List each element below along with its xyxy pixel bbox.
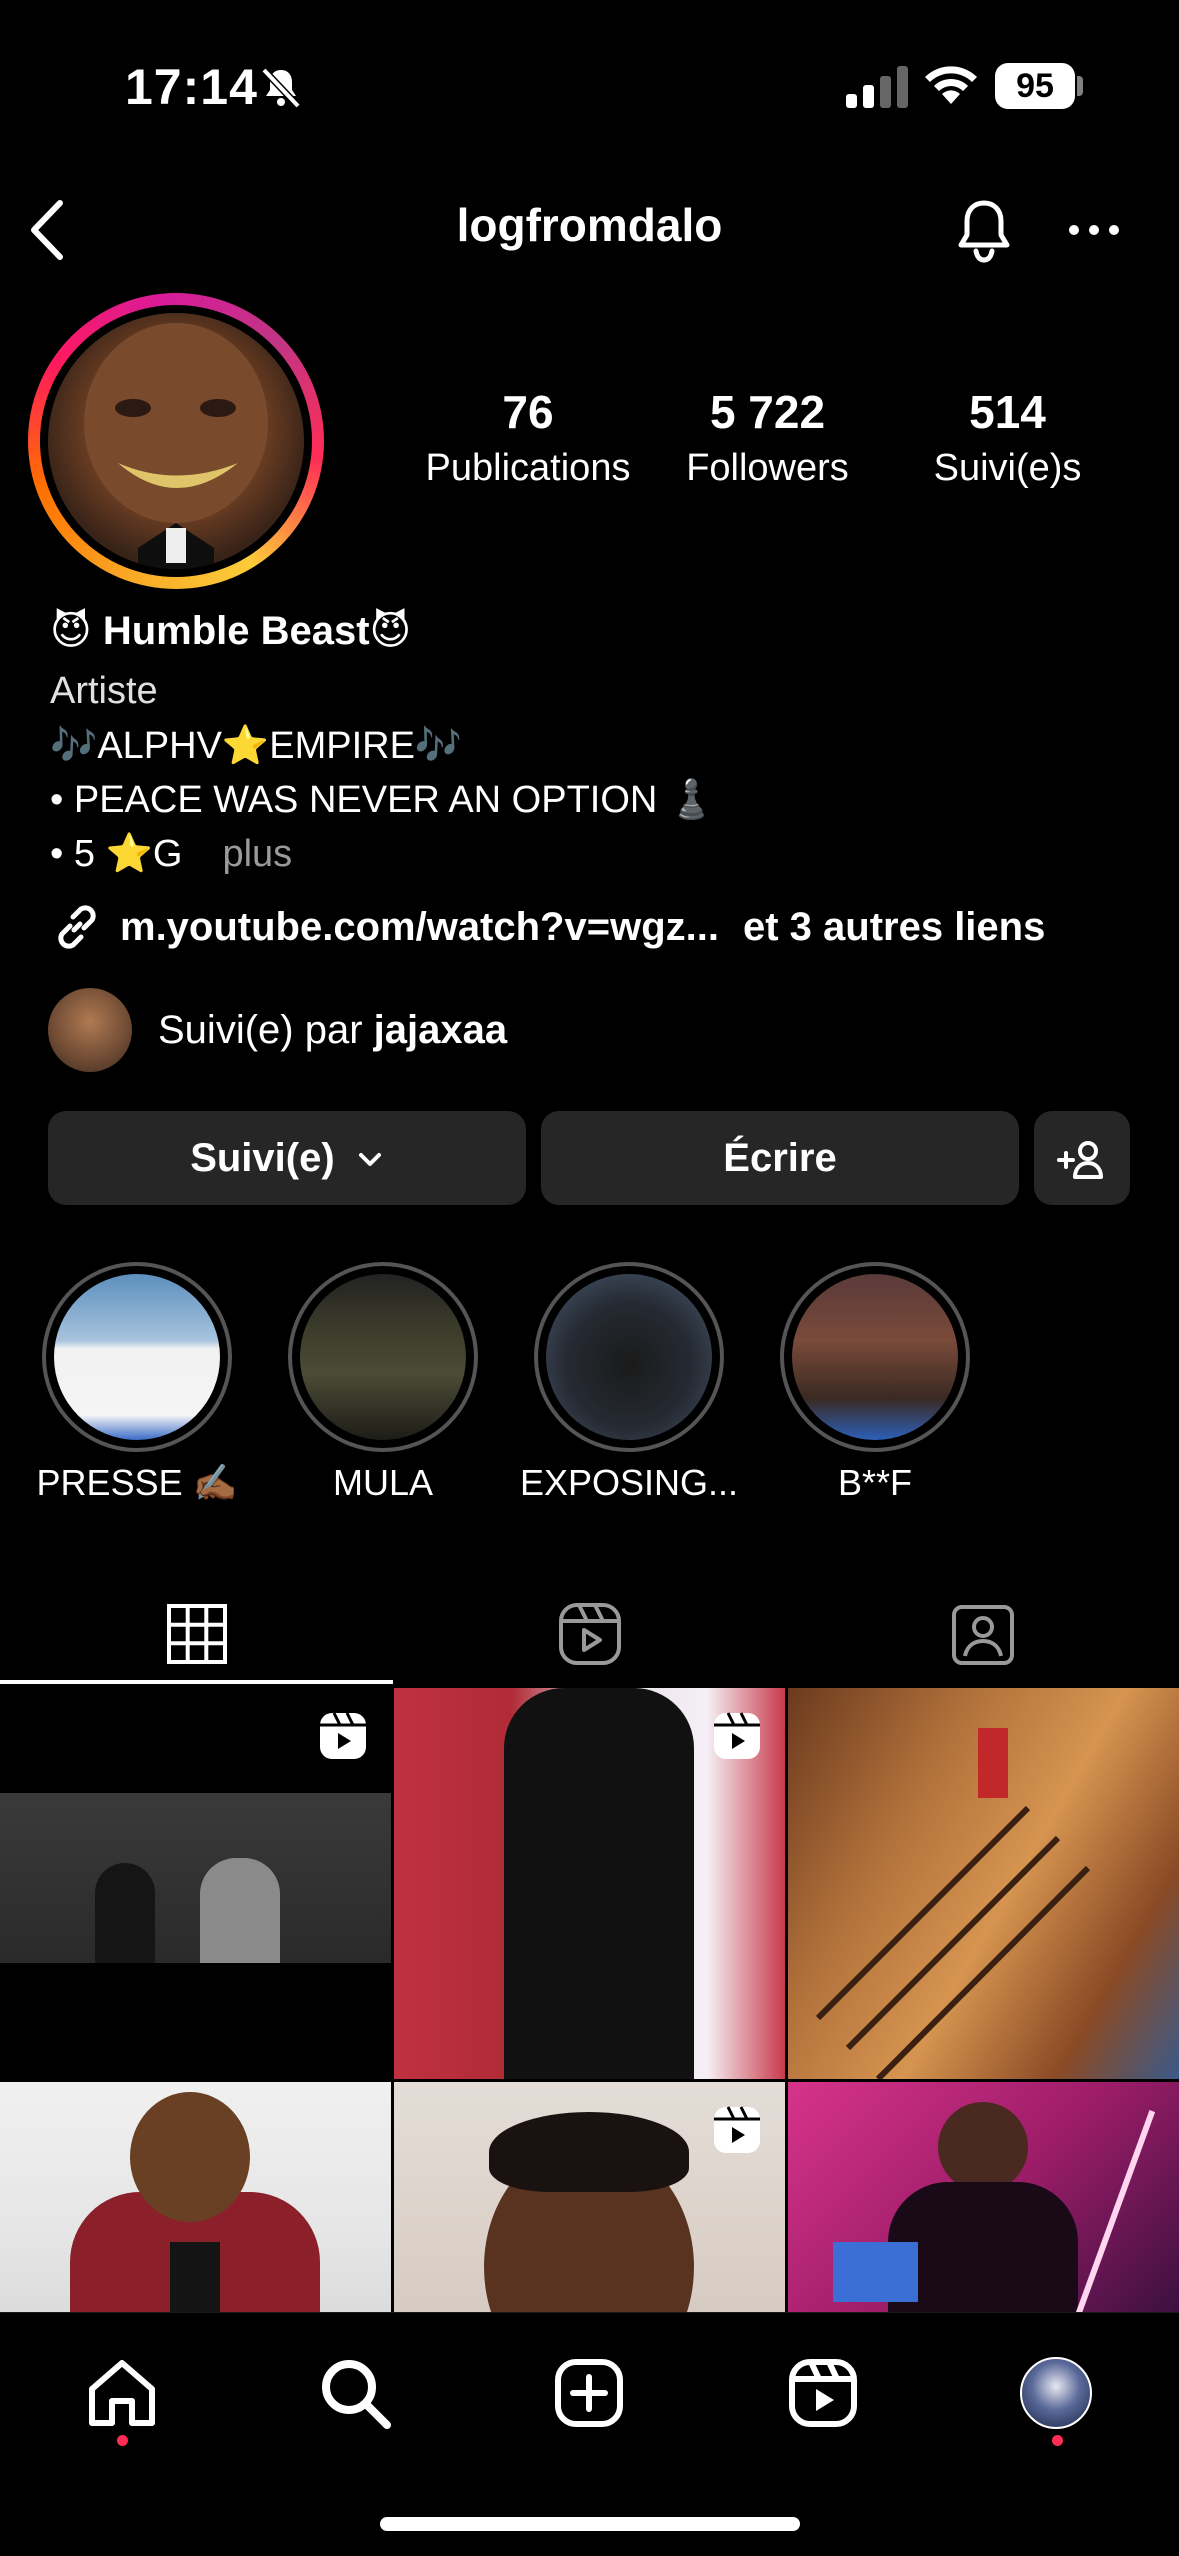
highlight-cover [546,1274,712,1440]
stat-value: 5 722 [709,386,826,438]
stat-following[interactable]: 514 Suivi(e)s [900,385,1115,490]
profile-avatar[interactable] [28,293,324,589]
highlight-label: EXPOSING... [519,1462,739,1503]
highlight-label: MULA [332,1462,434,1503]
more-options-icon[interactable] [1068,222,1120,238]
profile-icon [1020,2357,1092,2429]
battery-tip [1077,76,1083,96]
post-thumbnail[interactable] [0,1688,391,2079]
bio-line: • PEACE WAS NEVER AN OPTION ♟️ [50,779,716,821]
bio-line: • 5 ⭐️G [50,833,183,875]
following-button[interactable]: Suivi(e) [48,1111,526,1205]
highlight-item[interactable]: MULA [288,1262,478,1503]
link-icon [58,905,96,949]
post-thumbnail[interactable] [788,1688,1179,2079]
signal-icon [846,66,908,108]
followed-by-text: Suivi(e) par jajaxaa [158,1007,508,1052]
reels-icon [789,2359,857,2427]
message-button[interactable]: Écrire [541,1111,1019,1205]
bio-more-link[interactable]: plus [222,833,292,875]
bio-link-text[interactable]: m.youtube.com/watch?v=wgz... [120,905,719,950]
stat-publications[interactable]: 76 Publications [418,385,638,490]
avatar-photo [48,313,304,569]
home-notification-dot [117,2435,128,2446]
tagged-icon [951,1605,1014,1665]
tab-posts-grid[interactable] [0,1582,393,1686]
bio-line: 🎶ALPHV⭐️EMPIRE🎶 [50,725,463,767]
create-icon [555,2359,623,2427]
active-tab-indicator [0,1680,393,1684]
nav-search[interactable] [315,2353,395,2433]
stat-value: 76 [502,386,554,438]
highlight-cover [792,1274,958,1440]
stat-label: Suivi(e)s [933,447,1082,489]
following-button-label: Suivi(e) [190,1136,335,1180]
home-icon [89,2360,155,2426]
profile-notification-dot [1052,2435,1063,2446]
notification-bell-icon[interactable] [950,195,1018,267]
reel-badge-icon [320,1712,366,1759]
chevron-down-icon [358,1153,381,1167]
bell-muted-icon [261,67,301,109]
followed-by-row[interactable]: Suivi(e) par jajaxaa [48,988,507,1072]
nav-home[interactable] [82,2353,162,2433]
tab-tagged[interactable] [786,1582,1179,1686]
reel-badge-icon [714,1712,760,1759]
wifi-icon [925,66,977,104]
home-indicator [380,2517,800,2531]
bio-display-name: 😈 Humble Beast😈 [50,609,412,653]
nav-create[interactable] [549,2353,629,2433]
bio-link-row[interactable]: m.youtube.com/watch?v=wgz... et 3 autres… [50,900,1045,954]
follower-avatar [48,988,132,1072]
highlight-item[interactable]: PRESSE ✍🏾 [37,1262,237,1503]
grid-icon [166,1604,227,1664]
bio-line-row: • 5 ⭐️G plus [50,832,292,876]
nav-profile[interactable] [1016,2353,1096,2433]
search-icon [322,2360,391,2429]
stat-label: Followers [686,447,849,489]
bio-category: Artiste [50,670,158,712]
highlight-item[interactable]: EXPOSING... [520,1262,738,1503]
highlight-label: PRESSE ✍🏾 [36,1462,238,1503]
highlight-cover [300,1274,466,1440]
suggest-users-button[interactable] [1034,1111,1130,1205]
reel-badge-icon [714,2106,760,2153]
post-thumbnail[interactable] [394,1688,785,2079]
reels-icon [558,1603,621,1665]
tab-reels[interactable] [393,1582,786,1686]
highlight-cover [54,1274,220,1440]
battery-level: 95 [995,63,1075,109]
bio-extra-links[interactable]: et 3 autres liens [743,905,1045,950]
add-person-icon [1057,1141,1103,1180]
status-time: 17:14 [125,59,258,115]
status-bar: 17:14 95 [0,0,1179,175]
highlight-item[interactable]: B**F [780,1262,970,1503]
stat-followers[interactable]: 5 722 Followers [660,385,875,490]
highlight-label: B**F [837,1462,913,1503]
stat-value: 514 [969,386,1046,438]
nav-reels[interactable] [783,2353,863,2433]
stat-label: Publications [425,447,631,489]
